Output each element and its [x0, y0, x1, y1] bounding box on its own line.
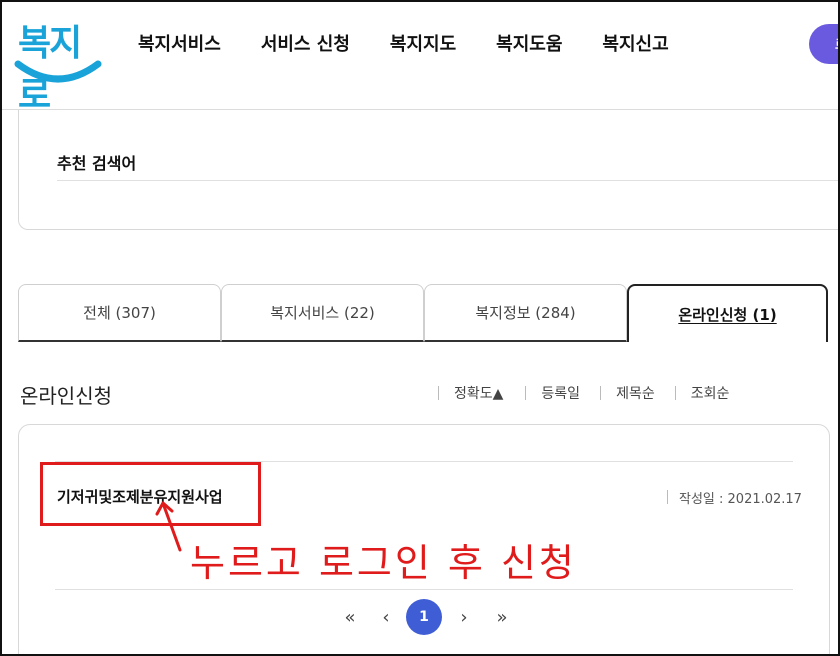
sort-accuracy[interactable]: 정확도▲: [438, 383, 503, 403]
page-1-button[interactable]: 1: [406, 599, 442, 635]
tab-online-apply-label: 온라인신청 (1): [678, 305, 777, 324]
tab-all-label: 전체 (307): [83, 304, 156, 322]
logo-smile-icon: [14, 60, 102, 83]
next-page-button[interactable]: ›: [446, 599, 482, 635]
result-date: 작성일 : 2021.02.17: [667, 488, 802, 507]
nav-service-apply[interactable]: 서비스 신청: [261, 30, 350, 56]
login-button[interactable]: 로: [809, 24, 838, 64]
login-button-label: 로: [835, 34, 838, 53]
last-page-button[interactable]: »: [484, 599, 520, 635]
tab-welfare-service[interactable]: 복지서비스 (22): [221, 284, 424, 342]
screenshot-frame: 복지로 복지서비스 서비스 신청 복지지도 복지도움 복지신고 로 추천 검색어…: [0, 0, 840, 656]
nav-welfare-service[interactable]: 복지서비스: [138, 30, 221, 56]
tab-welfare-info[interactable]: 복지정보 (284): [424, 284, 627, 342]
annotation-highlight-box: [40, 462, 261, 526]
tab-online-apply[interactable]: 온라인신청 (1): [627, 284, 828, 342]
divider: [57, 180, 838, 181]
first-page-button[interactable]: «: [332, 599, 368, 635]
recommended-search-box: 추천 검색어: [18, 110, 838, 230]
pagination: « ‹ 1 › »: [332, 599, 522, 637]
site-logo[interactable]: 복지로: [14, 10, 104, 116]
sort-title[interactable]: 제목순: [600, 383, 655, 403]
nav-welfare-help[interactable]: 복지도움: [496, 30, 562, 56]
result-tabs: 전체 (307) 복지서비스 (22) 복지정보 (284) 온라인신청 (1): [18, 284, 828, 342]
section-title: 온라인신청: [20, 384, 112, 408]
nav-welfare-report[interactable]: 복지신고: [602, 30, 668, 56]
annotation-arrow-icon: [155, 501, 182, 552]
sort-views[interactable]: 조회순: [674, 383, 729, 403]
nav-welfare-map[interactable]: 복지지도: [390, 30, 456, 56]
recommended-search-title: 추천 검색어: [57, 154, 137, 173]
site-header: 복지로 복지서비스 서비스 신청 복지지도 복지도움 복지신고 로: [2, 2, 838, 116]
tab-welfare-info-label: 복지정보 (284): [475, 304, 576, 322]
divider: [55, 589, 793, 590]
annotation-text: 누르고 로그인 후 신청: [190, 541, 577, 585]
sort-registered-date[interactable]: 등록일: [525, 383, 580, 403]
tab-welfare-service-label: 복지서비스 (22): [270, 304, 375, 322]
sort-options: 정확도▲ 등록일 제목순 조회순: [438, 383, 749, 403]
prev-page-button[interactable]: ‹: [368, 599, 404, 635]
main-nav: 복지서비스 서비스 신청 복지지도 복지도움 복지신고: [138, 30, 709, 56]
tab-all[interactable]: 전체 (307): [18, 284, 221, 342]
